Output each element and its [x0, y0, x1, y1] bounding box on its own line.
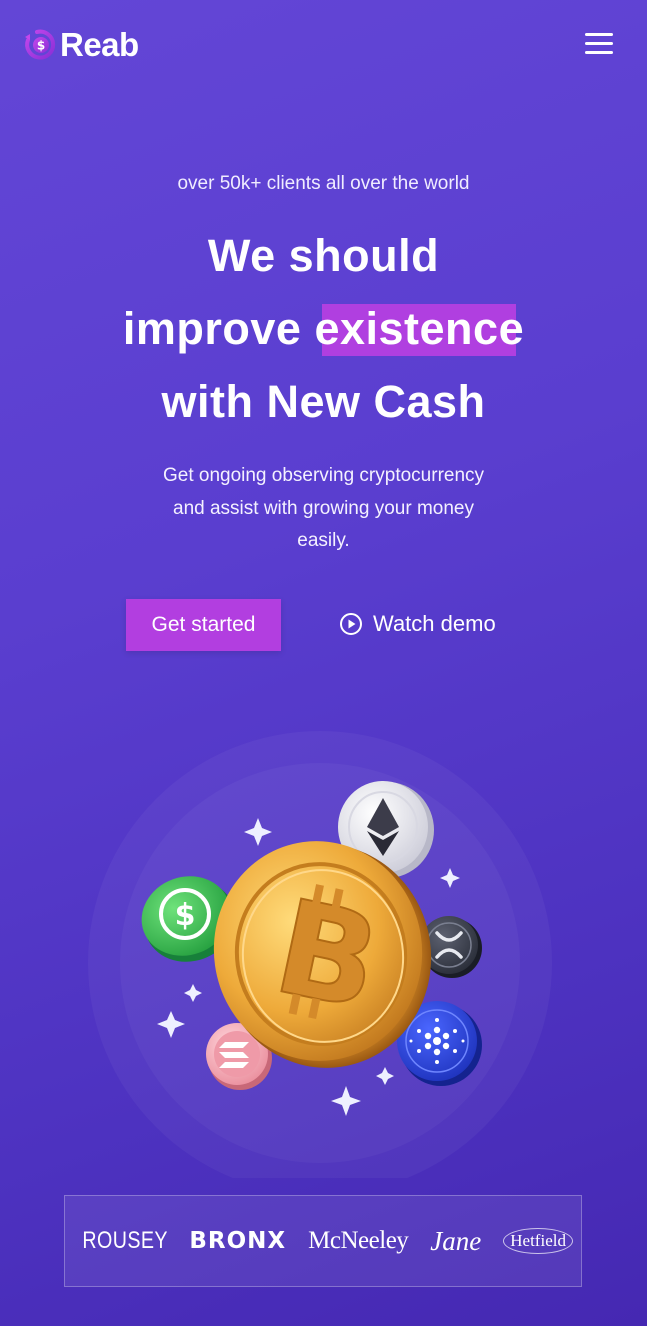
headline-line-3: with New Cash	[161, 376, 486, 427]
subtitle-line-3: easily.	[297, 530, 350, 551]
watch-demo-button[interactable]: Watch demo	[339, 604, 496, 644]
headline-line-2: improve existence	[0, 303, 647, 356]
hero-eyebrow: over 50k+ clients all over the world	[177, 173, 470, 194]
play-circle-icon	[340, 613, 362, 635]
get-started-button[interactable]: Get started	[126, 599, 281, 651]
hero-subtitle: Get ongoing observing cryptocurrency and…	[0, 460, 647, 558]
subtitle-line-1: Get ongoing observing cryptocurrency	[162, 465, 485, 486]
headline-prefix: improve	[122, 303, 315, 354]
brand-logo-rousey: ROUSEY	[82, 1227, 168, 1254]
svg-text:$: $	[37, 39, 45, 53]
subtitle-line-2: and assist with growing your money	[173, 497, 474, 519]
svg-text:$: $	[175, 898, 196, 933]
watch-demo-label: Watch demo	[373, 611, 496, 636]
top-navbar: $ Reab	[0, 0, 647, 92]
headline-highlight: existence	[314, 303, 525, 356]
hamburger-menu-icon[interactable]	[585, 33, 613, 57]
partner-logos-strip: ROUSEY BRONX McNeeley Jane Hetfield	[64, 1195, 582, 1287]
crypto-coins-illustration: $ B	[88, 731, 552, 1178]
headline-line-1: We should	[207, 230, 440, 281]
brand-logo-jane: Jane	[430, 1225, 482, 1256]
brand-name: Reab	[60, 26, 139, 63]
brand-logo[interactable]: $ Reab	[22, 27, 139, 63]
headline-highlight-text: existence	[314, 303, 525, 354]
brand-logo-bronx: BRONX	[189, 1228, 287, 1254]
dollar-coin-swirl-icon: $	[25, 29, 56, 60]
brand-logo-mcneeley: McNeeley	[308, 1227, 409, 1254]
brand-logo-hetfield: Hetfield	[503, 1228, 573, 1254]
